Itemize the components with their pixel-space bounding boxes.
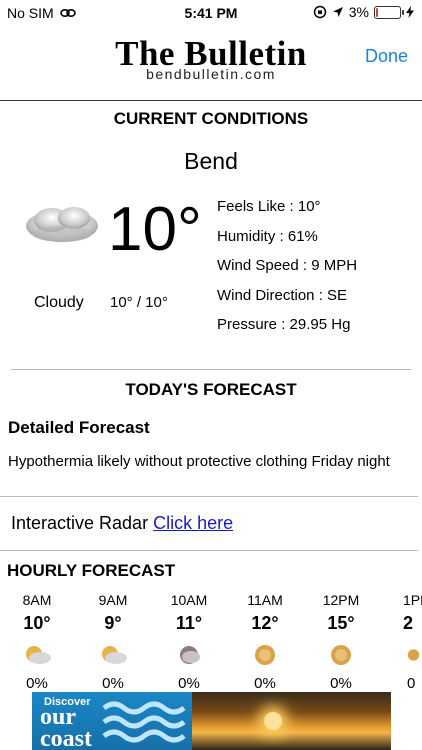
detail-value: SE — [327, 286, 348, 304]
hi-lo-temps: 10° / 10° — [110, 294, 168, 311]
wave-icon — [102, 701, 186, 743]
detail-label: Pressure : — [217, 316, 286, 333]
hour-time: 11AM — [247, 592, 283, 608]
hour-time: 8AM — [22, 592, 52, 608]
city-name: Bend — [184, 148, 238, 174]
app-header: The Bulletin bendbulletin.com Done — [0, 24, 422, 101]
hour-precip: 0 — [407, 675, 416, 692]
detail-wind-speed: Wind Speed : 9 MPH — [217, 256, 357, 286]
done-button[interactable]: Done — [365, 46, 408, 67]
battery-percent: 3% — [348, 4, 369, 20]
rotation-lock-icon — [313, 5, 327, 19]
hour-temp: 11° — [175, 613, 203, 633]
hour-temp: 15° — [327, 613, 355, 633]
hourly-forecast-heading: HOURLY FORECAST — [7, 561, 176, 580]
hour-temp: 10° — [23, 613, 51, 633]
battery-icon — [374, 5, 404, 19]
hour-precip: 0% — [178, 675, 200, 692]
hour-temp: 12° — [251, 613, 279, 633]
hour-item: 8AM 10° 0% — [7, 590, 67, 694]
hour-precip: 0% — [102, 675, 124, 692]
hour-item-partial: 1PM 2 0 — [397, 590, 422, 694]
divider — [0, 496, 418, 497]
detail-label: Feels Like : — [217, 198, 294, 215]
condition-label: Cloudy — [34, 294, 84, 311]
detailed-forecast-text: Hypothermia likely without protective cl… — [8, 453, 390, 470]
current-temperature: 10° — [108, 195, 202, 264]
hour-item: 12PM 15° 0% — [311, 590, 371, 694]
detail-label: Humidity : — [217, 227, 284, 245]
sun-haze-icon — [397, 636, 422, 674]
hour-item: 10AM 11° 0% — [159, 590, 219, 694]
hour-time: 9AM — [98, 592, 128, 608]
todays-forecast-heading: TODAY'S FORECAST — [125, 380, 297, 399]
hourly-strip[interactable]: 8AM 10° 0% 9AM 9° 0% 10AM 11° 0% 11AM 12… — [0, 590, 422, 692]
battery-fill — [376, 7, 378, 17]
partly-sunny-icon — [7, 636, 67, 674]
location-arrow-icon — [332, 7, 343, 17]
hour-precip: 0% — [26, 675, 48, 692]
ad-banner[interactable]: Discover our coast — [32, 692, 391, 750]
detail-value: 9 MPH — [311, 257, 358, 274]
hour-precip: 0% — [330, 675, 352, 692]
ad-headline-line: our — [40, 704, 76, 730]
detail-humidity: Humidity : 61% — [217, 227, 357, 257]
partly-sunny-icon — [83, 636, 143, 674]
cloud-icon — [26, 207, 98, 242]
charging-bolt-icon — [406, 6, 414, 18]
hour-temp: 9° — [104, 613, 122, 633]
sun-haze-icon — [235, 636, 295, 674]
hour-temp: 2 — [403, 613, 414, 633]
status-right: 3% — [313, 4, 414, 20]
detailed-forecast-title: Detailed Forecast — [8, 418, 150, 437]
detail-label: Wind Speed : — [217, 257, 308, 274]
sun-haze-icon — [311, 636, 371, 674]
divider — [0, 550, 418, 551]
divider — [11, 369, 411, 370]
ad-headline: our coast — [40, 704, 92, 750]
hour-time: 12PM — [322, 592, 360, 608]
hour-item: 11AM 12° 0% — [235, 590, 295, 694]
ad-sunset-image — [264, 712, 282, 730]
hour-precip: 0% — [254, 675, 276, 692]
conditions-details: Feels Like : 10° Humidity : 61% Wind Spe… — [217, 197, 357, 345]
ad-headline-line: coast — [40, 726, 92, 750]
detail-value: 10° — [297, 198, 321, 215]
detail-label: Wind Direction : — [217, 286, 323, 304]
interactive-radar-row: Interactive Radar Click here — [11, 513, 233, 534]
status-bar: No SIM 5:41 PM 3% — [0, 0, 422, 24]
detail-value: 29.95 Hg — [289, 316, 351, 333]
detail-value: 61% — [287, 227, 318, 245]
radar-label: Interactive Radar — [11, 513, 149, 533]
hour-time: 1PM — [403, 592, 422, 608]
current-conditions-heading: CURRENT CONDITIONS — [113, 109, 309, 128]
night-cloud-icon — [159, 636, 219, 674]
detail-wind-direction: Wind Direction : SE — [217, 286, 357, 316]
brand-url: bendbulletin.com — [146, 66, 276, 82]
hour-time: 10AM — [170, 592, 208, 608]
hour-item: 9AM 9° 0% — [83, 590, 143, 694]
detail-feels-like: Feels Like : 10° — [217, 197, 357, 227]
detail-pressure: Pressure : 29.95 Hg — [217, 315, 357, 345]
radar-link[interactable]: Click here — [153, 513, 233, 533]
